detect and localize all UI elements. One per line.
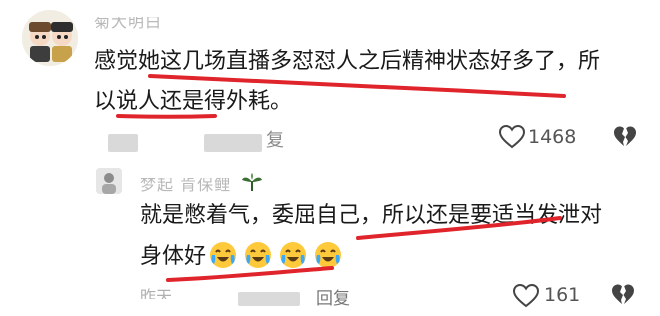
like-count: 161 [544,284,581,306]
reply-button[interactable]: 回复 [316,284,350,309]
redacted-block [108,134,138,152]
heart-outline-icon [498,124,526,149]
comment-time: 昨天 [140,287,173,306]
heart-outline-icon [512,283,540,308]
comment-text-line-1: 就是憋着气，委屈自己，所以还是要适当发泄对 [140,203,603,228]
crying-laugh-emoji-icon [280,242,306,268]
crying-laugh-emoji-icon [210,242,236,268]
comment-text-line-2: 身体好 [140,244,207,269]
cartoon-avatar-icon [22,10,78,66]
like-count: 1468 [528,126,577,148]
avatar[interactable] [96,168,122,194]
plant-badge-icon [240,172,264,192]
broken-heart-icon [614,126,636,146]
dislike-button[interactable] [612,124,638,150]
crying-laugh-emoji-icon [315,242,341,268]
like-button[interactable] [512,283,540,309]
redacted-block [238,292,300,306]
photo-avatar-icon [96,168,122,194]
comment-username[interactable]: 梦起 肯保鲤 [140,178,231,195]
comment-username[interactable]: 菊大明白 [94,17,162,32]
like-button[interactable] [498,124,526,150]
crying-laugh-emoji-icon [245,242,271,268]
comment-text-line-1: 感觉她这几场直播多怼怼人之后精神状态好多了，所 [94,49,601,74]
redacted-block [204,134,262,152]
broken-heart-icon [612,284,634,304]
comment-text-line-2: 以说人还是得外耗。 [94,89,293,114]
avatar[interactable] [22,10,78,66]
emoji-group [208,240,343,274]
reply-button[interactable]: 复 [266,126,284,152]
dislike-button[interactable] [610,282,636,308]
